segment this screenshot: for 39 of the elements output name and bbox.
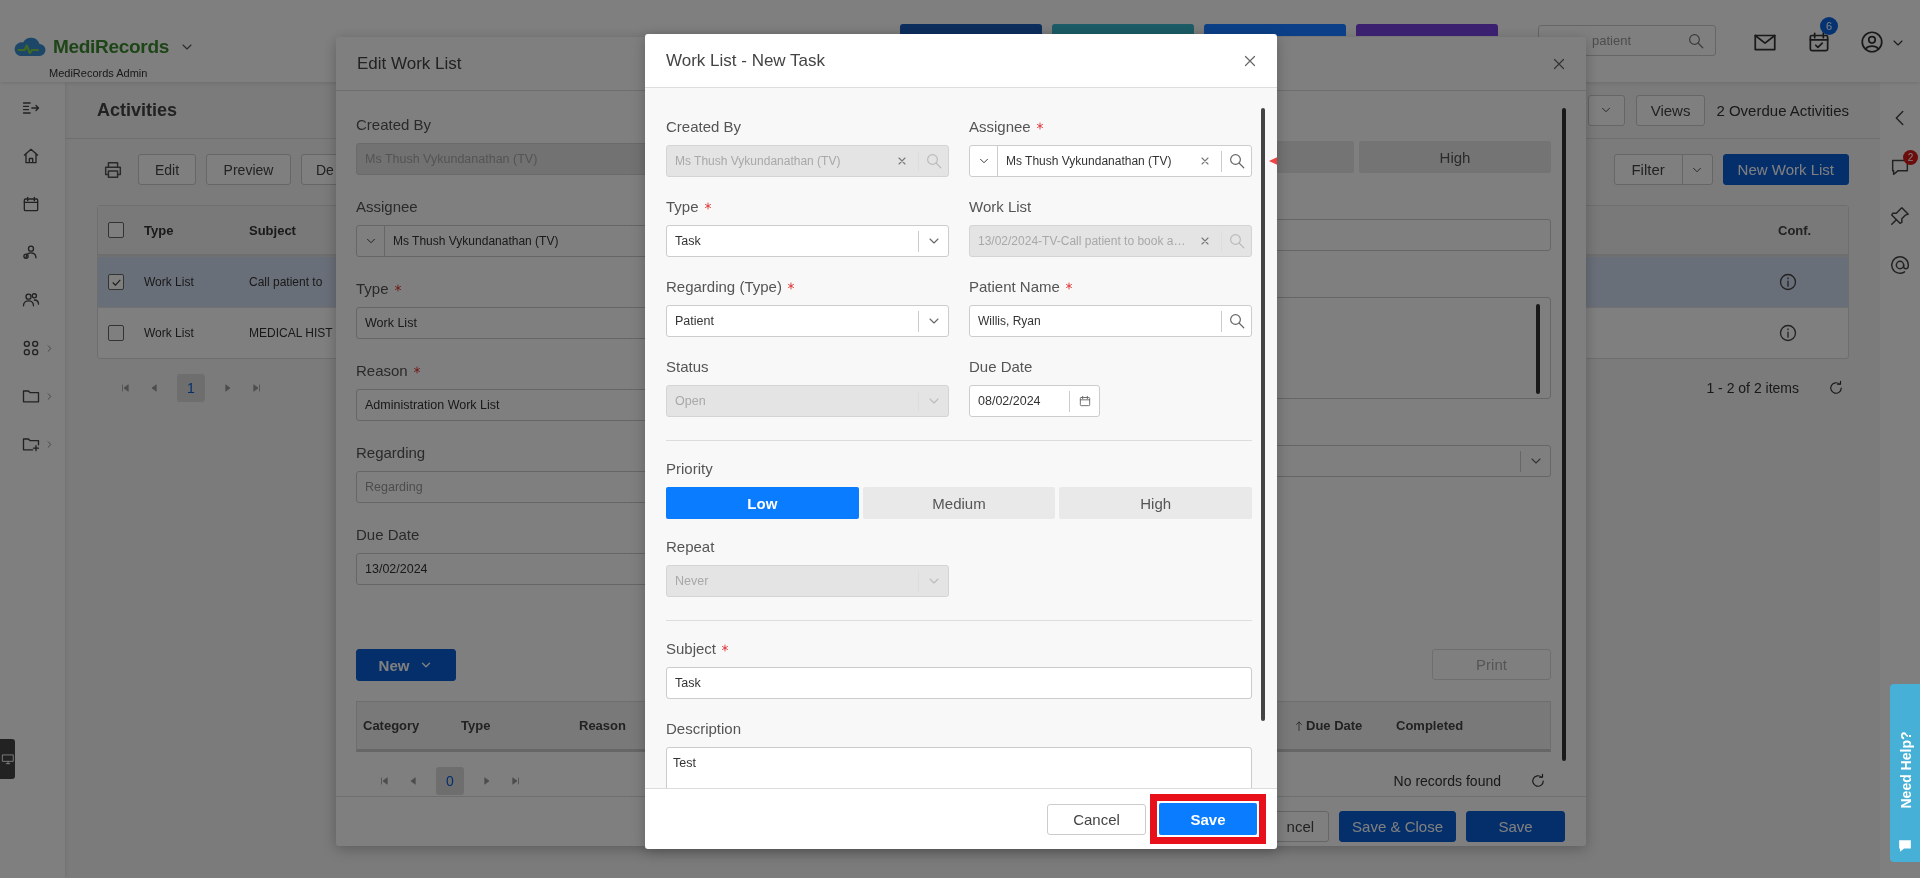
dialog-title: Work List - New Task: [666, 50, 826, 71]
column-header: Completed: [1396, 718, 1465, 733]
page-title: Activities: [97, 99, 178, 121]
column-header: Type: [460, 718, 492, 733]
empty-message: No records found: [1393, 773, 1501, 789]
field-label: Due Date: [969, 357, 1033, 375]
field-label: Patient Name: [969, 277, 1060, 295]
column-header: Reason: [578, 718, 627, 733]
notification-badge: 6: [1820, 17, 1838, 35]
field-label: Assignee: [969, 117, 1031, 135]
field-label: Description: [666, 719, 742, 737]
overdue-count: 2 Overdue Activities: [1716, 101, 1849, 119]
field-label: Repeat: [666, 537, 715, 555]
table-cell-text: MEDICAL HIST: [249, 326, 334, 340]
column-header: Due Date: [1306, 718, 1363, 733]
column-header: Subject: [249, 222, 297, 238]
dialog-title: Edit Work List: [357, 53, 462, 74]
column-header: Conf.: [1778, 222, 1813, 238]
field-label: Due Date: [356, 525, 420, 543]
field-label: Work List: [969, 197, 1032, 215]
field-label: Created By: [666, 117, 742, 135]
field-label: Regarding (Type): [666, 277, 782, 295]
field-label: Type: [356, 279, 389, 297]
column-header: Category: [362, 718, 421, 733]
field-label: Priority: [666, 459, 713, 477]
table-cell-text: Work List: [144, 326, 195, 340]
field-label: Reason: [356, 361, 408, 379]
column-header: Type: [144, 222, 175, 238]
table-cell-text: Call patient to: [249, 275, 324, 289]
notification-badge: 2: [1903, 150, 1918, 165]
field-label: Assignee: [356, 197, 418, 215]
field-label: Status: [666, 357, 709, 375]
field-label: Subject: [666, 639, 717, 657]
table-cell-text: Work List: [144, 275, 195, 289]
field-label: Type: [666, 197, 699, 215]
field-label: Regarding: [356, 443, 426, 461]
organization-name: MediRecords Admin: [49, 67, 149, 79]
field-label: Created By: [356, 115, 432, 133]
item-count: 1 - 2 of 2 items: [1706, 380, 1799, 396]
